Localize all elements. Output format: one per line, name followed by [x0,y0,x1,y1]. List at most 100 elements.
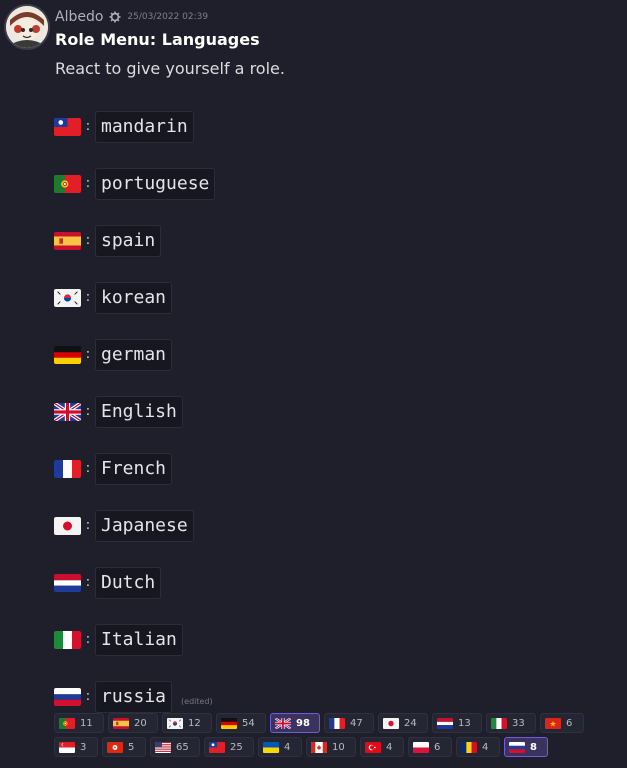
spain-flag-icon [113,717,129,729]
role-name: French [95,452,173,485]
role-separator: : [85,119,91,134]
reaction-france[interactable]: 47 [324,713,374,733]
reaction-poland[interactable]: 6 [408,737,452,757]
role-option-mandarin: : mandarin [54,110,194,143]
author-avatar[interactable] [6,6,48,48]
reaction-taiwan[interactable]: 25 [204,737,254,757]
role-separator: : [85,290,91,305]
role-separator: : [85,176,91,191]
reaction-count: 24 [404,717,417,729]
role-name: spain [95,224,162,257]
france-flag-icon [329,717,345,729]
role-name: german [95,338,173,371]
reaction-count: 33 [512,717,525,729]
singapore-flag-icon [59,741,75,753]
ukraine-flag-icon [263,741,279,753]
reaction-count: 3 [80,741,87,753]
turkey-flag-icon [365,741,381,753]
reaction-count: 47 [350,717,363,729]
reaction-count: 20 [134,717,147,729]
role-name: mandarin [95,110,194,143]
spain-flag-icon [54,231,81,250]
author-name[interactable]: Albedo [55,9,103,25]
reaction-count: 54 [242,717,255,729]
reaction-russia[interactable]: 8 [504,737,548,757]
role-option-spain: : spain [54,224,162,257]
role-name: russia [95,680,173,713]
message-timestamp: 25/03/2022 02:39 [127,12,209,22]
hongkong-flag-icon [107,741,123,753]
reaction-spain[interactable]: 20 [108,713,158,733]
poland-flag-icon [413,741,429,753]
reaction-netherlands[interactable]: 13 [432,713,482,733]
role-option-japanese: : Japanese [54,509,194,542]
role-option-english: : English [54,395,183,428]
germany-flag-icon [54,345,81,364]
reaction-japan[interactable]: 24 [378,713,428,733]
role-separator: : [85,689,91,704]
reaction-canada[interactable]: 10 [306,737,356,757]
uk-flag-icon [275,717,291,729]
reaction-count: 11 [80,717,93,729]
role-separator: : [85,632,91,647]
reaction-turkey[interactable]: 4 [360,737,404,757]
reaction-uk[interactable]: 98 [270,713,320,733]
japan-flag-icon [54,516,81,535]
reaction-hongkong[interactable]: 5 [102,737,146,757]
japan-flag-icon [383,717,399,729]
reaction-count: 8 [530,741,537,753]
uk-flag-icon [54,402,81,421]
vietnam-flag-icon [545,717,561,729]
reaction-usa[interactable]: 65 [150,737,200,757]
reaction-italy[interactable]: 33 [486,713,536,733]
usa-flag-icon [155,741,171,753]
role-separator: : [85,233,91,248]
reaction-count: 25 [230,741,243,753]
gear-icon [108,10,122,24]
reaction-singapore[interactable]: 3 [54,737,98,757]
role-name: Dutch [95,566,162,599]
france-flag-icon [54,459,81,478]
russia-flag-icon [54,687,81,706]
italy-flag-icon [54,630,81,649]
korea-flag-icon [54,288,81,307]
canada-flag-icon [311,741,327,753]
reaction-count: 12 [188,717,201,729]
role-option-russia: : russia (edited) [54,680,213,713]
taiwan-flag-icon [54,117,81,136]
role-option-portuguese: : portuguese [54,167,216,200]
embed-description: React to give yourself a role. [55,59,285,78]
role-separator: : [85,347,91,362]
role-option-german: : german [54,338,173,371]
role-separator: : [85,575,91,590]
role-option-italian: : Italian [54,623,183,656]
role-name: Italian [95,623,183,656]
netherlands-flag-icon [54,573,81,592]
role-separator: : [85,404,91,419]
role-option-dutch: : Dutch [54,566,162,599]
role-name: English [95,395,183,428]
role-name: Japanese [95,509,194,542]
reaction-korea[interactable]: 12 [162,713,212,733]
portugal-flag-icon [59,717,75,729]
reaction-portugal[interactable]: 11 [54,713,104,733]
netherlands-flag-icon [437,717,453,729]
reaction-count: 6 [434,741,441,753]
role-separator: : [85,461,91,476]
reaction-romania[interactable]: 4 [456,737,500,757]
italy-flag-icon [491,717,507,729]
role-separator: : [85,518,91,533]
role-option-korean: : korean [54,281,173,314]
taiwan-flag-icon [209,741,225,753]
reaction-count: 4 [482,741,489,753]
reaction-ukraine[interactable]: 4 [258,737,302,757]
reaction-count: 13 [458,717,471,729]
portugal-flag-icon [54,174,81,193]
korea-flag-icon [167,717,183,729]
reaction-count: 98 [296,717,310,729]
reaction-germany[interactable]: 54 [216,713,266,733]
reaction-count: 10 [332,741,345,753]
reaction-count: 4 [284,741,291,753]
reaction-count: 6 [566,717,573,729]
reaction-vietnam[interactable]: 6 [540,713,584,733]
